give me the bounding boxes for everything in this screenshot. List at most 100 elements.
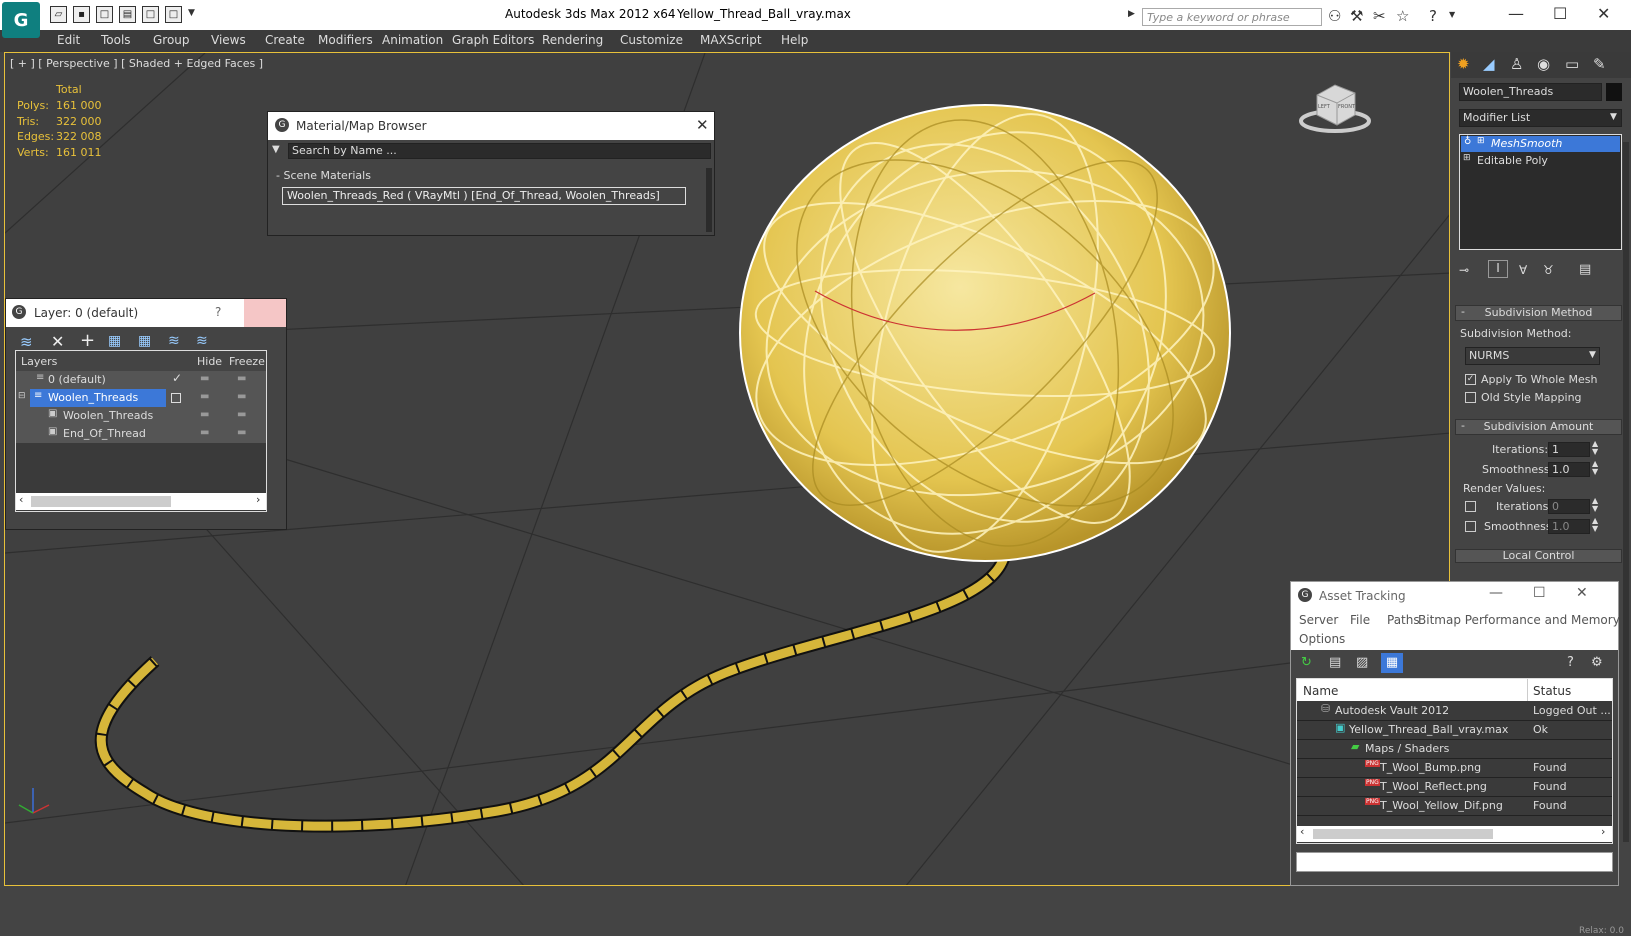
scroll-left-icon[interactable]: ‹ — [19, 493, 23, 506]
chevron-down-icon[interactable]: ▼ — [188, 8, 195, 18]
select-objects-icon[interactable]: ▦ — [108, 333, 121, 349]
hide-toggle[interactable]: ▬ — [200, 373, 209, 384]
col-status[interactable]: Status — [1533, 684, 1571, 698]
chevron-down-icon[interactable]: ▼ — [1610, 112, 1617, 122]
menu-create[interactable]: Create — [265, 33, 305, 47]
show-end-result-icon[interactable]: I — [1488, 260, 1508, 278]
render-smoothness-spinner[interactable]: 1.0 — [1548, 519, 1590, 534]
menu-group[interactable]: Group — [153, 33, 190, 47]
display-tab-icon[interactable]: ▭ — [1565, 55, 1579, 73]
help-button[interactable]: ? — [215, 305, 221, 319]
menu-tools[interactable]: Tools — [101, 33, 131, 47]
subdivision-amount-rollout[interactable]: Subdivision Amount — [1455, 419, 1622, 435]
freeze-toggle[interactable]: ▬ — [237, 409, 246, 420]
menu-animation[interactable]: Animation — [382, 33, 443, 47]
make-unique-icon[interactable]: ∀ — [1519, 263, 1527, 277]
chevron-down-icon[interactable]: ▼ — [1449, 10, 1455, 19]
render-iterations-checkbox[interactable] — [1465, 501, 1476, 512]
material-search-input[interactable]: Search by Name ... — [288, 143, 711, 159]
col-freeze[interactable]: Freeze — [229, 355, 265, 368]
menu-help[interactable]: Help — [781, 33, 808, 47]
apply-whole-mesh-checkbox[interactable]: ✓ — [1465, 374, 1476, 385]
menu-views[interactable]: Views — [211, 33, 246, 47]
expand-icon[interactable]: ⊟ — [18, 391, 26, 401]
hide-all-icon[interactable]: ≋ — [168, 333, 180, 349]
hide-toggle[interactable]: ▬ — [200, 427, 209, 438]
layer-name[interactable]: Woolen_Threads — [48, 391, 138, 404]
create-tab-icon[interactable]: ✹ — [1457, 55, 1470, 73]
utilities-tab-icon[interactable]: ✎ — [1593, 55, 1606, 73]
thumbnail-view-icon[interactable]: ▨ — [1356, 655, 1368, 670]
freeze-toggle[interactable]: ▬ — [237, 373, 246, 384]
stack-item-meshsmooth[interactable]: MeshSmooth — [1491, 137, 1562, 150]
smoothness-spinner[interactable]: 1.0 — [1548, 462, 1590, 477]
help-icon[interactable]: ? — [1567, 655, 1574, 670]
minimize-icon[interactable]: — — [1489, 585, 1503, 601]
menu-options[interactable]: Options — [1299, 632, 1345, 646]
expand-icon[interactable]: ⊞ — [1463, 153, 1471, 163]
viewcube-left-label[interactable]: LEFT — [1318, 104, 1330, 110]
scrollbar-thumb[interactable] — [31, 496, 171, 507]
layer-name[interactable]: 0 (default) — [48, 373, 106, 386]
app-logo-icon[interactable]: G — [2, 2, 40, 38]
motion-tab-icon[interactable]: ◉ — [1537, 55, 1550, 73]
spinner-arrows-icon[interactable]: ▲ ▼ — [1592, 460, 1598, 476]
menu-server[interactable]: Server — [1299, 613, 1338, 627]
hold-icon[interactable]: ▤ — [119, 6, 136, 23]
refresh-icon[interactable]: ↻ — [1301, 655, 1312, 670]
modify-tab-icon[interactable]: ◢ — [1483, 55, 1495, 73]
hierarchy-tab-icon[interactable]: ♙ — [1510, 55, 1523, 73]
delete-icon[interactable]: ✕ — [51, 332, 64, 351]
command-panel-scrollbar[interactable] — [1623, 142, 1629, 842]
subdivision-method-rollout[interactable]: Subdivision Method — [1455, 305, 1622, 321]
active-check-icon[interactable]: ✓ — [172, 371, 182, 385]
wrench-icon[interactable]: ⚒ — [1350, 7, 1363, 25]
freeze-toggle[interactable]: ▬ — [237, 427, 246, 438]
menu-file[interactable]: File — [1350, 613, 1370, 627]
highlight-icon[interactable]: ▦ — [138, 333, 151, 349]
tools-icon[interactable]: ✂ — [1373, 7, 1386, 25]
subdivision-method-select[interactable]: NURMS — [1465, 347, 1600, 365]
modifier-list-dropdown[interactable]: Modifier List — [1459, 109, 1622, 127]
object-color-swatch[interactable] — [1606, 83, 1622, 101]
undo-icon[interactable]: □ — [142, 6, 159, 23]
binoculars-icon[interactable]: ⚇ — [1328, 7, 1341, 25]
hide-toggle[interactable]: ▬ — [200, 391, 209, 402]
material-item[interactable]: Woolen_Threads_Red ( VRayMtl ) [End_Of_T… — [282, 187, 686, 205]
set-current-icon[interactable] — [171, 393, 181, 403]
chevron-down-icon[interactable]: ▼ — [1589, 350, 1596, 360]
expand-icon[interactable]: ⊞ — [1477, 136, 1485, 146]
maximize-icon[interactable]: ☐ — [1533, 585, 1546, 601]
play-icon[interactable]: ▶ — [1128, 9, 1135, 19]
object-name[interactable]: Woolen_Threads — [63, 409, 153, 422]
render-smoothness-checkbox[interactable] — [1465, 521, 1476, 532]
scrollbar[interactable] — [706, 168, 712, 232]
col-name[interactable]: Name — [1303, 684, 1338, 698]
configure-sets-icon[interactable]: ▤ — [1579, 262, 1591, 277]
star-icon[interactable]: ☆ — [1396, 7, 1409, 25]
filter-icon[interactable]: ▼ — [272, 144, 280, 155]
col-layers[interactable]: Layers — [21, 355, 57, 368]
close-button[interactable] — [244, 299, 286, 327]
menu-edit[interactable]: Edit — [57, 33, 80, 47]
scrollbar-thumb[interactable] — [1313, 829, 1493, 839]
scroll-right-icon[interactable]: › — [1601, 825, 1605, 838]
new-icon[interactable]: □ — [96, 6, 113, 23]
remove-modifier-icon[interactable]: ♉ — [1543, 263, 1554, 277]
asset-path-field[interactable] — [1296, 852, 1613, 872]
lightbulb-icon[interactable]: ♁ — [1464, 136, 1471, 147]
menu-graph-editors[interactable]: Graph Editors — [452, 33, 534, 47]
maximize-icon[interactable]: ☐ — [1553, 4, 1567, 23]
menu-bitmap-performance[interactable]: Bitmap Performance and Memory — [1418, 613, 1620, 627]
viewport-label[interactable]: [ + ] [ Perspective ] [ Shaded + Edged F… — [10, 57, 263, 70]
menu-customize[interactable]: Customize — [620, 33, 683, 47]
menu-paths[interactable]: Paths — [1387, 613, 1420, 627]
close-icon[interactable]: ✕ — [1576, 585, 1588, 601]
menu-rendering[interactable]: Rendering — [542, 33, 603, 47]
close-icon[interactable]: ✕ — [696, 116, 709, 134]
stack-item-editable-poly[interactable]: Editable Poly — [1477, 154, 1548, 167]
table-view-icon[interactable]: ▦ — [1381, 653, 1403, 673]
search-input[interactable]: Type a keyword or phrase — [1142, 8, 1322, 26]
close-icon[interactable]: ✕ — [1597, 4, 1610, 23]
scroll-left-icon[interactable]: ‹ — [1300, 825, 1304, 838]
